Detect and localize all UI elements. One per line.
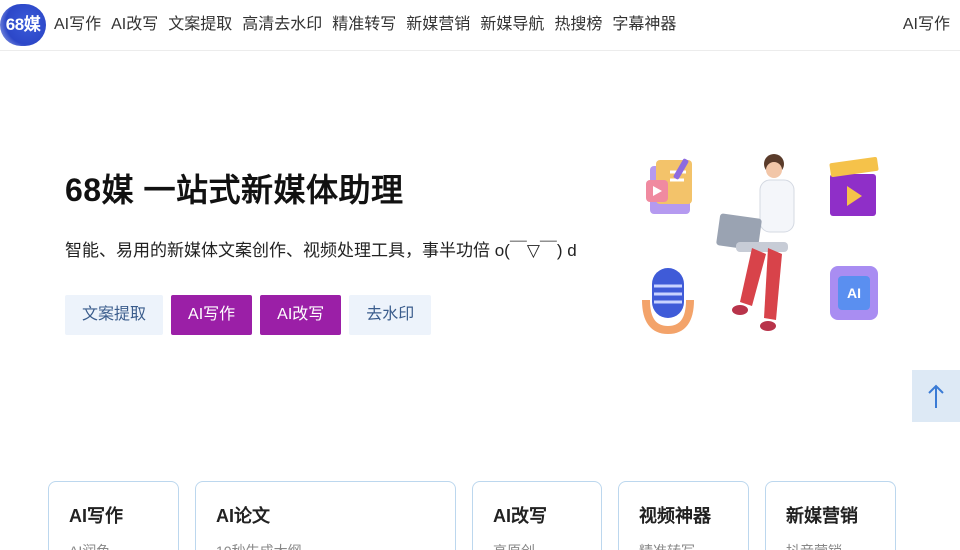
card-subtitle: 抖音营销 (786, 542, 895, 550)
top-navigation-bar: 68媒 AI写作 AI改写 文案提取 高清去水印 精准转写 新媒营销 新媒导航 … (0, 0, 960, 51)
nav-item-trending[interactable]: 热搜榜 (554, 15, 602, 35)
feature-cards: AI写作 AI润色 AI论文 10秒生成大纲 AI改写 高原创 视频神器 精准转… (0, 481, 960, 550)
card-subtitle: 高原创 (493, 542, 601, 550)
nav-item-marketing[interactable]: 新媒营销 (406, 15, 470, 35)
card-title: 视频神器 (639, 506, 711, 526)
card-subtitle: 精准转写 (639, 542, 748, 550)
video-editor-icon (646, 158, 692, 214)
feature-card-ai-writing[interactable]: AI写作 AI润色 (48, 481, 179, 550)
arrow-up-icon (928, 384, 944, 408)
card-title: AI改写 (493, 506, 547, 526)
card-subtitle: 10秒生成大纲 (216, 542, 455, 550)
back-to-top-button[interactable] (912, 370, 960, 422)
hero-illustration: AI (642, 154, 879, 335)
nav-item-watermark-removal[interactable]: 高清去水印 (242, 15, 322, 35)
hero-buttons: 文案提取 AI写作 AI改写 去水印 (65, 295, 432, 335)
card-subtitle: AI润色 (69, 542, 178, 550)
main-nav: AI写作 AI改写 文案提取 高清去水印 精准转写 新媒营销 新媒导航 热搜榜 … (54, 15, 676, 35)
hero-title: 68媒 一站式新媒体助理 (65, 172, 404, 208)
nav-item-transcription[interactable]: 精准转写 (332, 15, 396, 35)
microphone-icon (642, 268, 694, 335)
person-with-laptop-illustration (716, 154, 795, 331)
nav-right-ai-writing[interactable]: AI写作 (903, 15, 950, 35)
hero-subtitle: 智能、易用的新媒体文案创作、视频处理工具，事半功倍 o(￣▽￣) d (65, 241, 577, 260)
svg-text:AI: AI (847, 285, 861, 301)
card-title: AI论文 (216, 506, 270, 526)
remove-watermark-button[interactable]: 去水印 (349, 295, 432, 335)
nav-item-copy-extract[interactable]: 文案提取 (168, 15, 232, 35)
site-logo[interactable]: 68媒 (0, 4, 46, 46)
nav-item-ai-writing[interactable]: AI写作 (54, 15, 101, 35)
feature-card-ai-rewrite[interactable]: AI改写 高原创 (472, 481, 602, 550)
ai-rewrite-button[interactable]: AI改写 (260, 295, 342, 335)
clapperboard-icon (829, 156, 879, 216)
feature-card-ai-paper[interactable]: AI论文 10秒生成大纲 (195, 481, 456, 550)
nav-item-navigation[interactable]: 新媒导航 (480, 15, 544, 35)
card-title: 新媒营销 (786, 506, 858, 526)
ai-writing-button[interactable]: AI写作 (171, 295, 253, 335)
feature-card-marketing[interactable]: 新媒营销 抖音营销 (765, 481, 896, 550)
feature-card-video-tools[interactable]: 视频神器 精准转写 (618, 481, 749, 550)
copy-extract-button[interactable]: 文案提取 (65, 295, 164, 335)
ai-chip-icon: AI (830, 266, 878, 320)
nav-item-ai-rewrite[interactable]: AI改写 (111, 15, 158, 35)
card-title: AI写作 (69, 506, 123, 526)
nav-item-subtitles[interactable]: 字幕神器 (612, 15, 676, 35)
